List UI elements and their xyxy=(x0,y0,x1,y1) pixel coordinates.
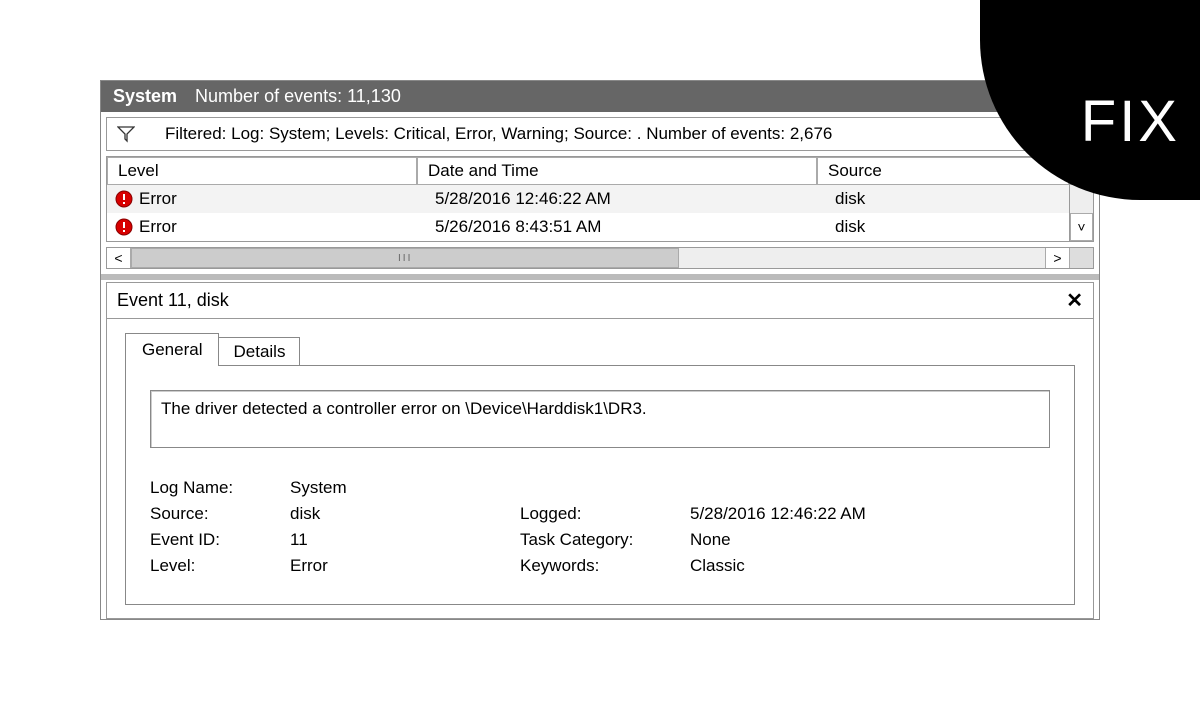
col-level[interactable]: Level xyxy=(107,157,417,185)
detail-header: Event 11, disk ✕ xyxy=(106,282,1094,319)
table-row[interactable]: Error 5/26/2016 8:43:51 AM disk xyxy=(107,213,1069,241)
cell-datetime: 5/26/2016 8:43:51 AM xyxy=(417,217,817,237)
grid-header: Level Date and Time Source xyxy=(107,157,1069,185)
logged-value: 5/28/2016 12:46:22 AM xyxy=(690,504,1050,524)
tab-general[interactable]: General xyxy=(125,333,219,366)
task-category-label: Task Category: xyxy=(520,530,690,550)
task-category-value: None xyxy=(690,530,1050,550)
log-name-value: System xyxy=(290,478,520,498)
scroll-track[interactable]: III xyxy=(131,248,1045,268)
fix-badge: FIX xyxy=(1081,88,1180,155)
detail-title: Event 11, disk xyxy=(117,290,229,311)
filter-text: Filtered: Log: System; Levels: Critical,… xyxy=(165,124,832,144)
scroll-corner xyxy=(1069,248,1093,268)
cell-level: Error xyxy=(139,217,177,237)
tab-body: The driver detected a controller error o… xyxy=(125,365,1075,605)
logged-label: Logged: xyxy=(520,504,690,524)
keywords-value: Classic xyxy=(690,556,1050,576)
scroll-thumb[interactable]: III xyxy=(131,248,679,268)
event-properties: Log Name: System Source: disk Logged: 5/… xyxy=(150,478,1050,576)
error-icon xyxy=(115,218,133,236)
event-id-value: 11 xyxy=(290,530,520,550)
source-label: Source: xyxy=(150,504,290,524)
col-datetime[interactable]: Date and Time xyxy=(417,157,817,185)
source-value: disk xyxy=(290,504,520,524)
cell-source: disk xyxy=(817,217,1069,237)
cell-source: disk xyxy=(817,189,1069,209)
titlebar-count: Number of events: 11,130 xyxy=(195,86,401,107)
filter-bar: Filtered: Log: System; Levels: Critical,… xyxy=(106,117,1094,151)
error-icon xyxy=(115,190,133,208)
scroll-left-button[interactable]: < xyxy=(107,248,131,268)
scroll-down-button[interactable]: ˅ xyxy=(1070,213,1093,241)
col-source[interactable]: Source xyxy=(817,157,1069,185)
horizontal-scrollbar[interactable]: < III > xyxy=(106,247,1094,269)
scroll-right-button[interactable]: > xyxy=(1045,248,1069,268)
cell-datetime: 5/28/2016 12:46:22 AM xyxy=(417,189,817,209)
table-row[interactable]: Error 5/28/2016 12:46:22 AM disk xyxy=(107,185,1069,213)
detail-pane: Event 11, disk ✕ General Details The dri… xyxy=(101,274,1099,619)
titlebar-system: System xyxy=(113,86,177,107)
log-name-label: Log Name: xyxy=(150,478,290,498)
tabs: General Details xyxy=(125,333,1075,366)
event-message: The driver detected a controller error o… xyxy=(150,390,1050,448)
keywords-label: Keywords: xyxy=(520,556,690,576)
level-label: Level: xyxy=(150,556,290,576)
titlebar: System Number of events: 11,130 xyxy=(101,81,1099,112)
level-value: Error xyxy=(290,556,520,576)
events-grid[interactable]: Level Date and Time Source Error 5/28/20… xyxy=(106,156,1070,242)
tab-details[interactable]: Details xyxy=(218,337,300,366)
event-viewer-window: System Number of events: 11,130 Filtered… xyxy=(100,80,1100,620)
close-icon[interactable]: ✕ xyxy=(1066,288,1083,313)
funnel-icon xyxy=(117,125,135,143)
event-id-label: Event ID: xyxy=(150,530,290,550)
cell-level: Error xyxy=(139,189,177,209)
